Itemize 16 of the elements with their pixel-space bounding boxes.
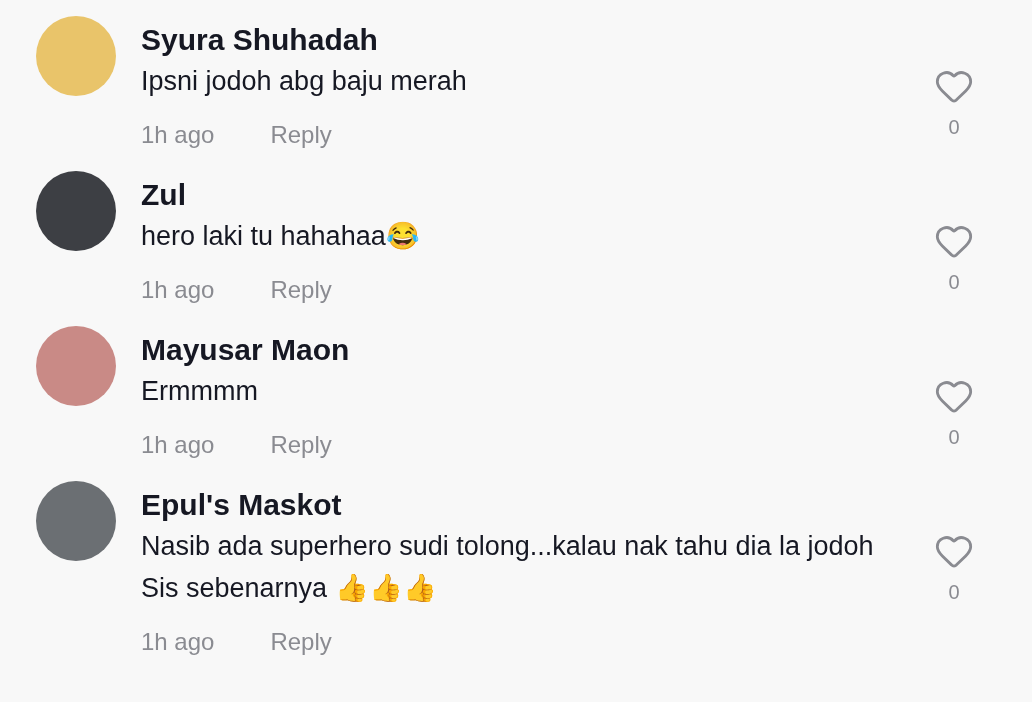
comment-time: 1h ago <box>141 430 215 460</box>
comment-author[interactable]: Syura Shuhadah <box>141 20 914 60</box>
like-count: 0 <box>948 580 960 605</box>
comment-author[interactable]: Epul's Maskot <box>141 485 914 525</box>
comment-time: 1h ago <box>141 275 215 305</box>
like-count: 0 <box>948 425 960 450</box>
comment-author[interactable]: Zul <box>141 175 914 215</box>
comment-time: 1h ago <box>141 627 215 657</box>
comment-author[interactable]: Mayusar Maon <box>141 330 914 370</box>
comment-text: Nasib ada superhero sudi tolong...kalau nak tahu dia la jodoh Sis sebenarnya 👍👍👍 <box>141 530 875 605</box>
comment-text: Ermmmm <box>141 375 259 408</box>
comment-time: 1h ago <box>141 120 215 150</box>
comment-text: Ipsni jodoh abg baju merah <box>141 65 468 98</box>
like-count: 0 <box>948 270 960 295</box>
comment-text: hero laki tu hahahaa😂 <box>141 220 421 253</box>
like-count: 0 <box>948 115 960 140</box>
